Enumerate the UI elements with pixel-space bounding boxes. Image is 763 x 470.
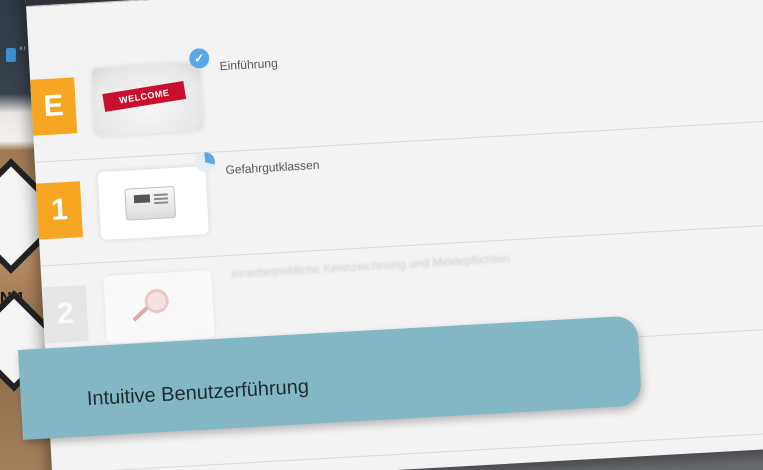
top-bar <box>24 0 763 7</box>
course-item-badge: 2 <box>41 285 89 344</box>
course-item-thumbnail <box>103 270 215 344</box>
magnifier-handle <box>132 306 149 322</box>
progress-pie-icon <box>194 151 216 173</box>
course-item-title[interactable]: Einführung <box>219 56 278 73</box>
document-icon <box>6 48 16 62</box>
screenshot-stage: k t N 1 E WELCOME ✓ Einführung 1 <box>0 0 763 470</box>
device-image <box>124 185 177 221</box>
device-lines <box>153 193 168 197</box>
course-item-badge: E <box>30 77 78 136</box>
magnifier-icon <box>144 288 170 314</box>
course-item-thumbnail[interactable]: WELCOME <box>91 62 204 137</box>
checkmark-icon: ✓ <box>188 47 210 69</box>
course-item-thumbnail[interactable] <box>97 166 210 241</box>
background-side-note: k t <box>20 46 26 52</box>
course-item-title[interactable]: Gefahrgutklassen <box>225 158 320 177</box>
course-item-title: Innerbetriebliche Kennzeichnung und Meld… <box>230 251 511 281</box>
caption-text: Intuitive Benutzerführung <box>86 375 310 411</box>
course-item-badge: 1 <box>35 181 84 240</box>
device-screen <box>133 194 151 204</box>
